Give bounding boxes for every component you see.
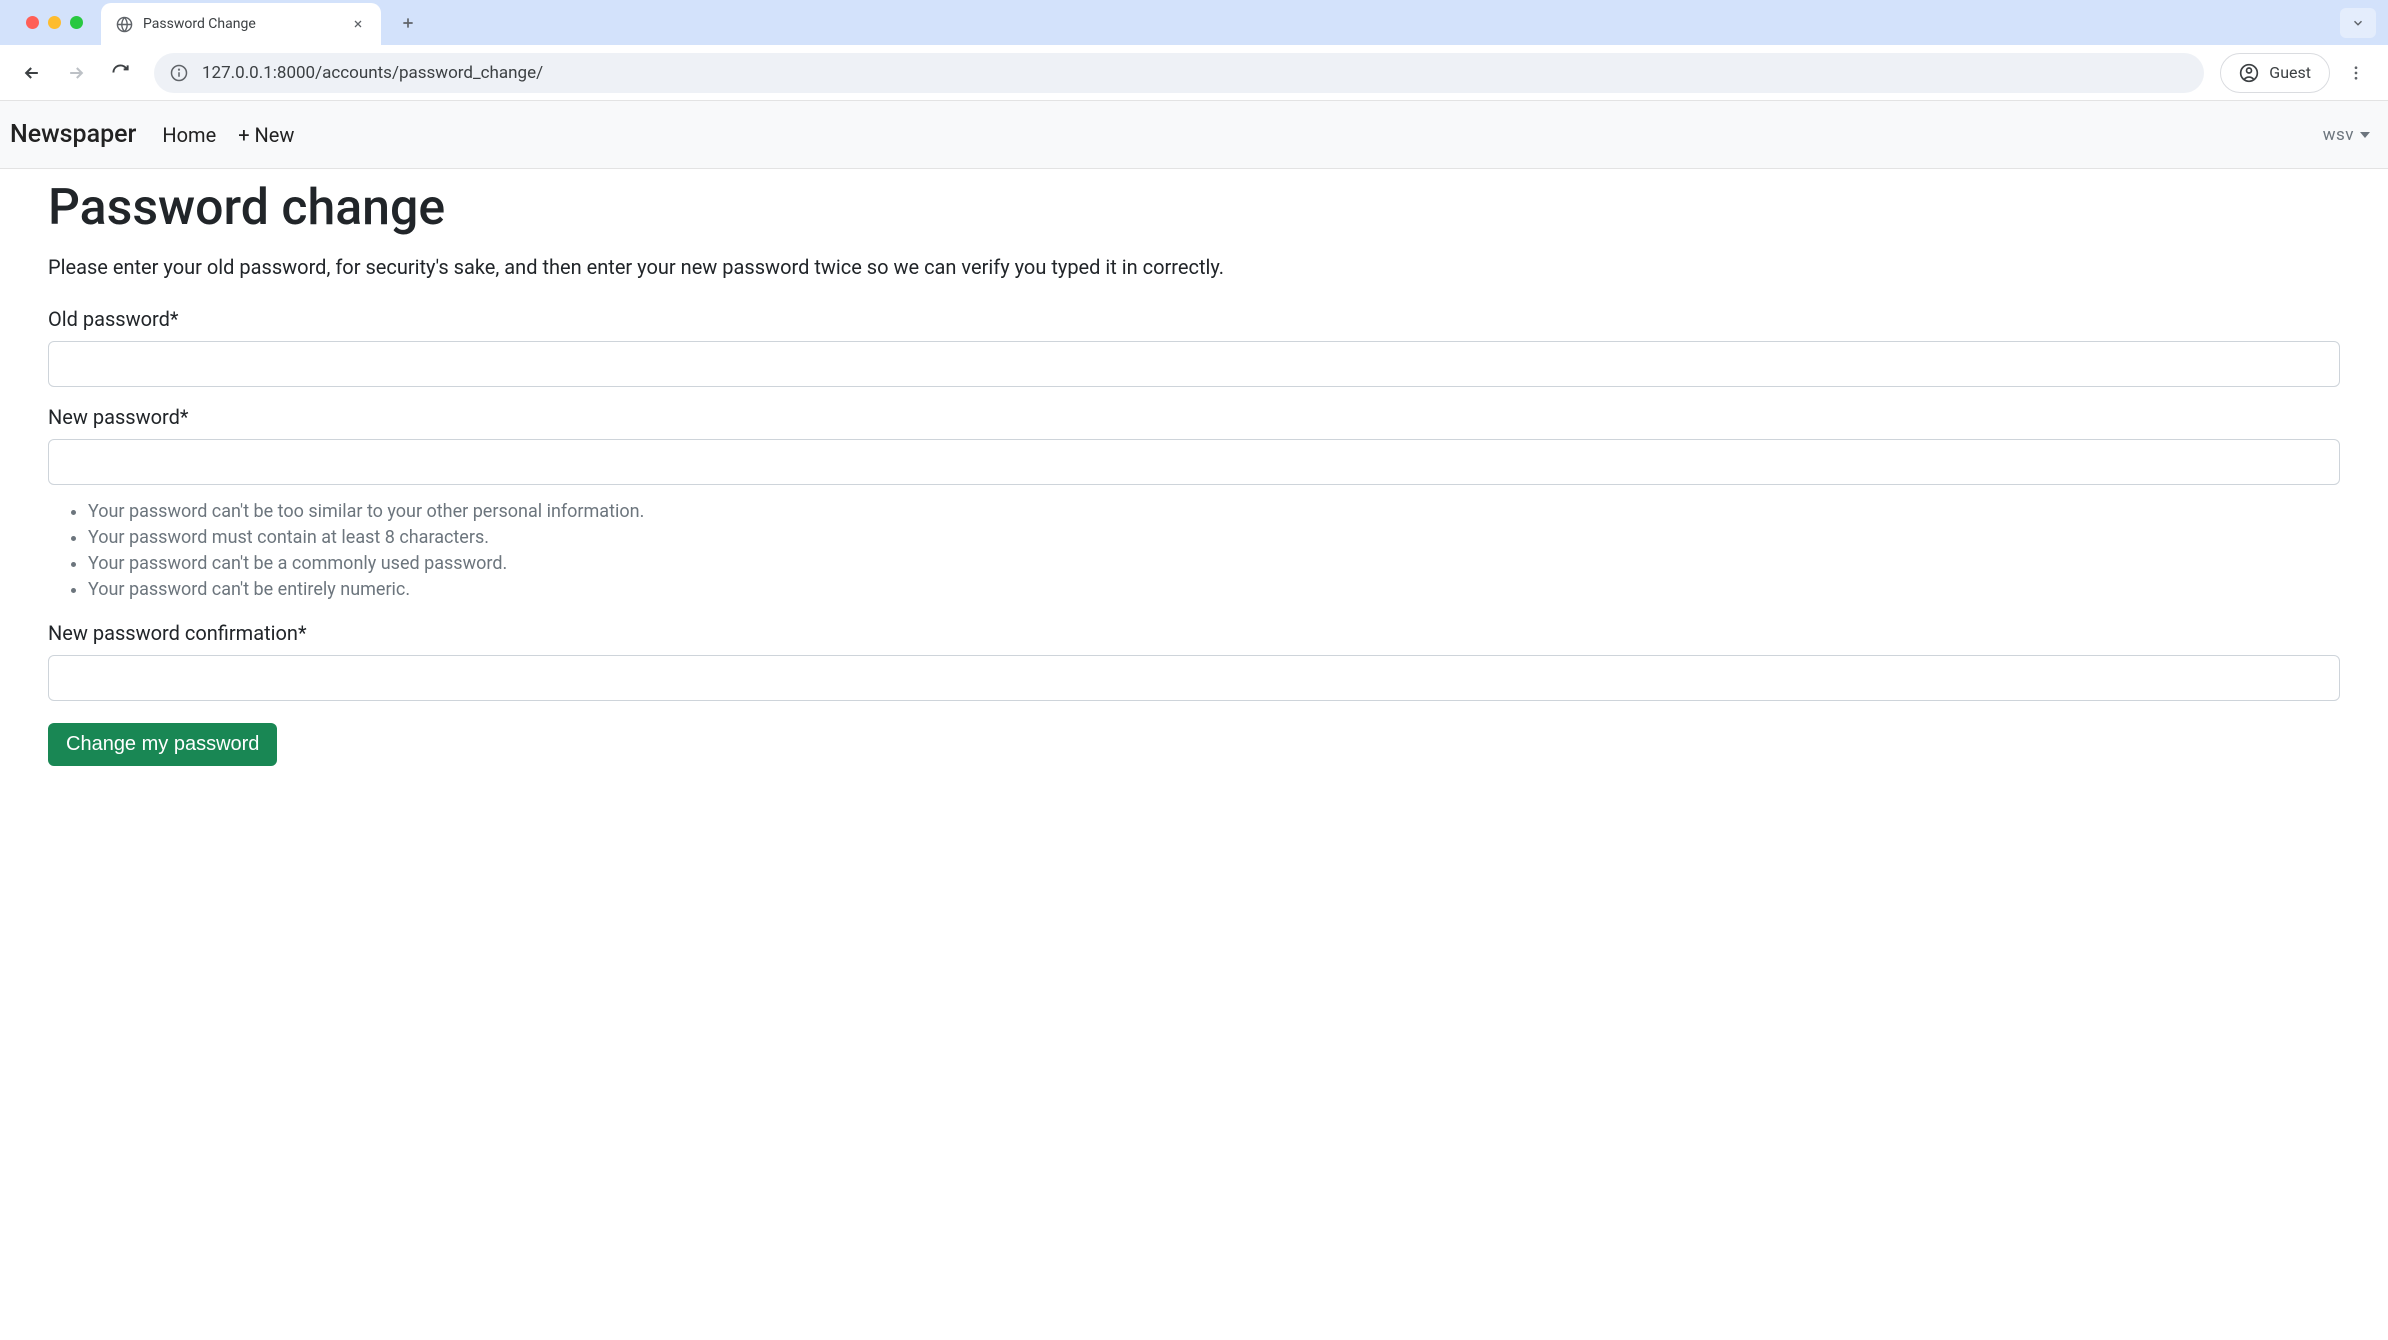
nav-home-link[interactable]: Home [162,123,216,147]
password-hint: Your password must contain at least 8 ch… [88,525,2340,551]
old-password-input[interactable] [48,341,2340,387]
window-close-button[interactable] [26,16,39,29]
browser-tab[interactable]: Password Change [101,3,381,45]
window-maximize-button[interactable] [70,16,83,29]
forward-button[interactable] [58,55,94,91]
password-hint: Your password can't be a commonly used p… [88,551,2340,577]
window-controls [26,16,83,29]
password-hint: Your password can't be entirely numeric. [88,577,2340,603]
reload-button[interactable] [102,55,138,91]
browser-toolbar: 127.0.0.1:8000/accounts/password_change/… [0,45,2388,101]
chevron-down-icon [2360,132,2370,138]
tab-title: Password Change [143,16,339,32]
close-tab-button[interactable] [349,15,367,33]
app-navbar: Newspaper Home + New wsv [0,101,2388,169]
page-title: Password change [48,179,2340,237]
old-password-label: Old password* [48,307,2340,331]
brand-link[interactable]: Newspaper [10,120,136,149]
nav-new-link[interactable]: + New [238,123,294,147]
password-hint: Your password can't be too similar to yo… [88,499,2340,525]
user-dropdown[interactable]: wsv [2323,125,2370,145]
site-info-icon[interactable] [170,64,188,82]
browser-menu-button[interactable] [2338,55,2374,91]
user-name-label: wsv [2323,125,2354,145]
address-bar[interactable]: 127.0.0.1:8000/accounts/password_change/ [154,53,2204,93]
page-content: Password change Please enter your old pa… [0,169,2388,772]
new-password-label: New password* [48,405,2340,429]
browser-tab-strip: Password Change [0,0,2388,45]
person-icon [2239,63,2259,83]
back-button[interactable] [14,55,50,91]
globe-icon [115,15,133,33]
url-text: 127.0.0.1:8000/accounts/password_change/ [202,63,543,83]
new-password-input[interactable] [48,439,2340,485]
window-minimize-button[interactable] [48,16,61,29]
confirm-password-label: New password confirmation* [48,621,2340,645]
tab-overflow-button[interactable] [2340,8,2376,38]
page-instruction: Please enter your old password, for secu… [48,255,2340,279]
profile-button[interactable]: Guest [2220,53,2330,93]
new-tab-button[interactable] [393,8,423,38]
confirm-password-input[interactable] [48,655,2340,701]
password-hints: Your password can't be too similar to yo… [88,499,2340,603]
submit-button[interactable]: Change my password [48,723,277,766]
profile-label: Guest [2269,63,2311,82]
